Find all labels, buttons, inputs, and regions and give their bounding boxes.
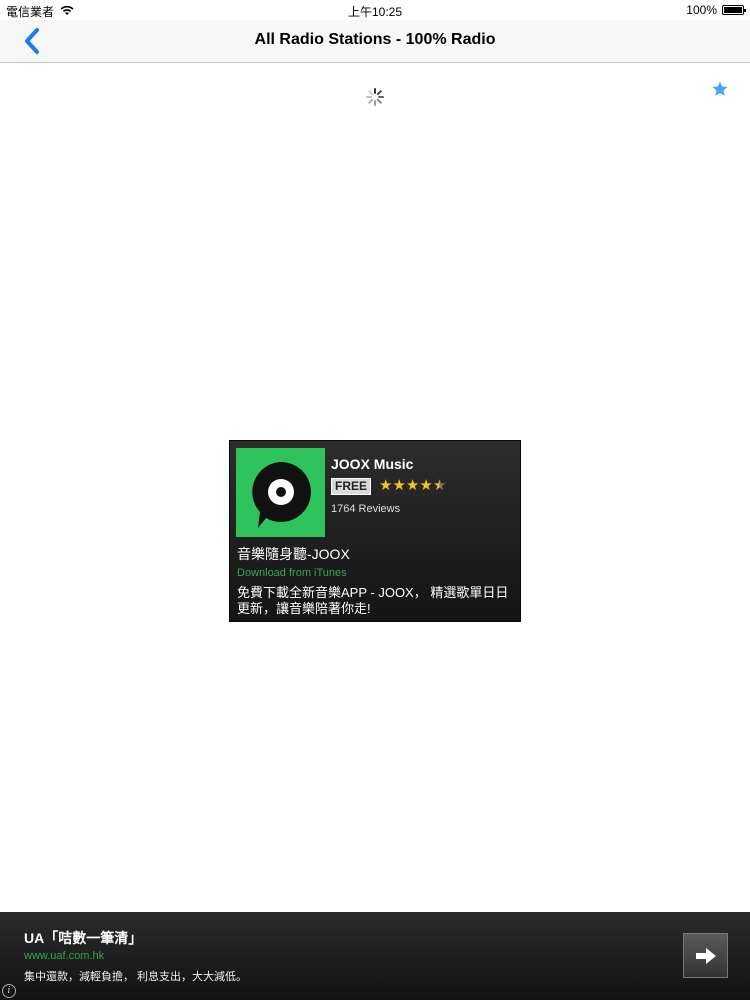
status-right: 100%: [686, 3, 746, 17]
review-count: 1764 Reviews: [331, 503, 401, 515]
ad-source-link[interactable]: Download from iTunes: [237, 567, 347, 579]
app-ad-card[interactable]: JOOX Music FREE ★★★★★ 1764 Reviews 音樂隨身聽…: [229, 440, 521, 622]
ad-headline: 音樂隨身聽-JOOX: [237, 546, 350, 562]
star-icon: ★: [419, 477, 433, 494]
app-name: JOOX Music: [331, 456, 414, 472]
banner-arrow-button[interactable]: [683, 933, 728, 978]
info-icon[interactable]: i: [2, 984, 16, 998]
bottom-banner-ad[interactable]: UA「咭數一筆清」 www.uaf.com.hk 集中還款，減輕負擔， 利息支出…: [0, 912, 750, 1000]
price-badge: FREE: [331, 478, 372, 495]
star-icon: [712, 81, 728, 96]
favorite-button[interactable]: [711, 80, 729, 98]
banner-description: 集中還款，減輕負擔， 利息支出，大大減低。: [24, 971, 248, 983]
status-bar: 電信業者 上午10:25 100%: [0, 0, 750, 20]
battery-icon: [722, 5, 746, 15]
star-icon: ★: [392, 477, 406, 494]
navigation-bar: All Radio Stations - 100% Radio: [0, 20, 750, 63]
status-time: 上午10:25: [347, 5, 403, 19]
rating-stars: ★★★★★: [379, 476, 446, 494]
banner-title: UA「咭數一筆清」: [24, 930, 143, 946]
page-title: All Radio Stations - 100% Radio: [254, 31, 496, 48]
arrow-right-icon: [695, 947, 716, 964]
banner-url[interactable]: www.uaf.com.hk: [24, 950, 104, 962]
ad-description: 免費下載全新音樂APP - JOOX， 精選歌單日日更新，讓音樂陪著你走!: [237, 585, 509, 616]
battery-percent: 100%: [686, 3, 717, 17]
spinner-icon: [365, 87, 385, 107]
half-star-icon: ★: [432, 477, 447, 494]
joox-app-icon: [236, 448, 325, 537]
star-icon: ★: [379, 477, 393, 494]
star-icon: ★: [405, 477, 420, 494]
